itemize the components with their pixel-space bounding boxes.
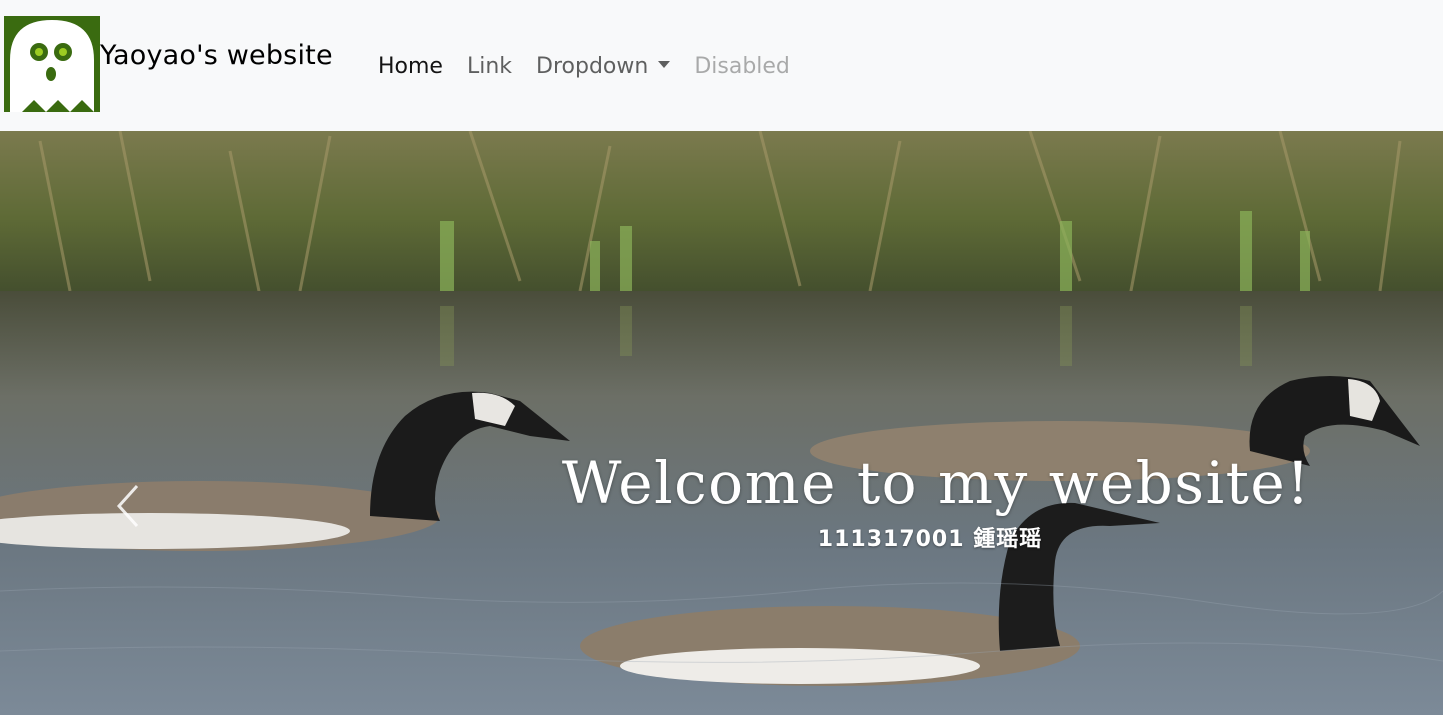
brand-name[interactable]: Yaoyao's website (100, 40, 333, 71)
nav-links: Home Link Dropdown Disabled (366, 48, 802, 84)
chevron-left-icon (116, 484, 139, 528)
carousel-caption-title: Welcome to my website! (561, 449, 1312, 517)
nav-link-home[interactable]: Home (366, 54, 455, 79)
navbar: Yaoyao's website Home Link Dropdown Disa… (0, 0, 1443, 131)
nav-link-link[interactable]: Link (455, 54, 524, 79)
carousel-caption-subtitle: 111317001 鍾瑶瑶 (817, 527, 1043, 552)
ghost-icon[interactable] (4, 16, 100, 112)
carousel-prev-button[interactable] (96, 461, 160, 551)
nav-link-disabled: Disabled (694, 53, 790, 79)
geese-on-pond-image (0, 131, 1443, 715)
caret-down-icon (658, 60, 671, 68)
nav-dropdown-label: Dropdown (536, 53, 649, 79)
hero-carousel: Welcome to my website! 111317001 鍾瑶瑶 (0, 131, 1443, 715)
nav-dropdown-toggle[interactable]: Dropdown (524, 54, 682, 79)
